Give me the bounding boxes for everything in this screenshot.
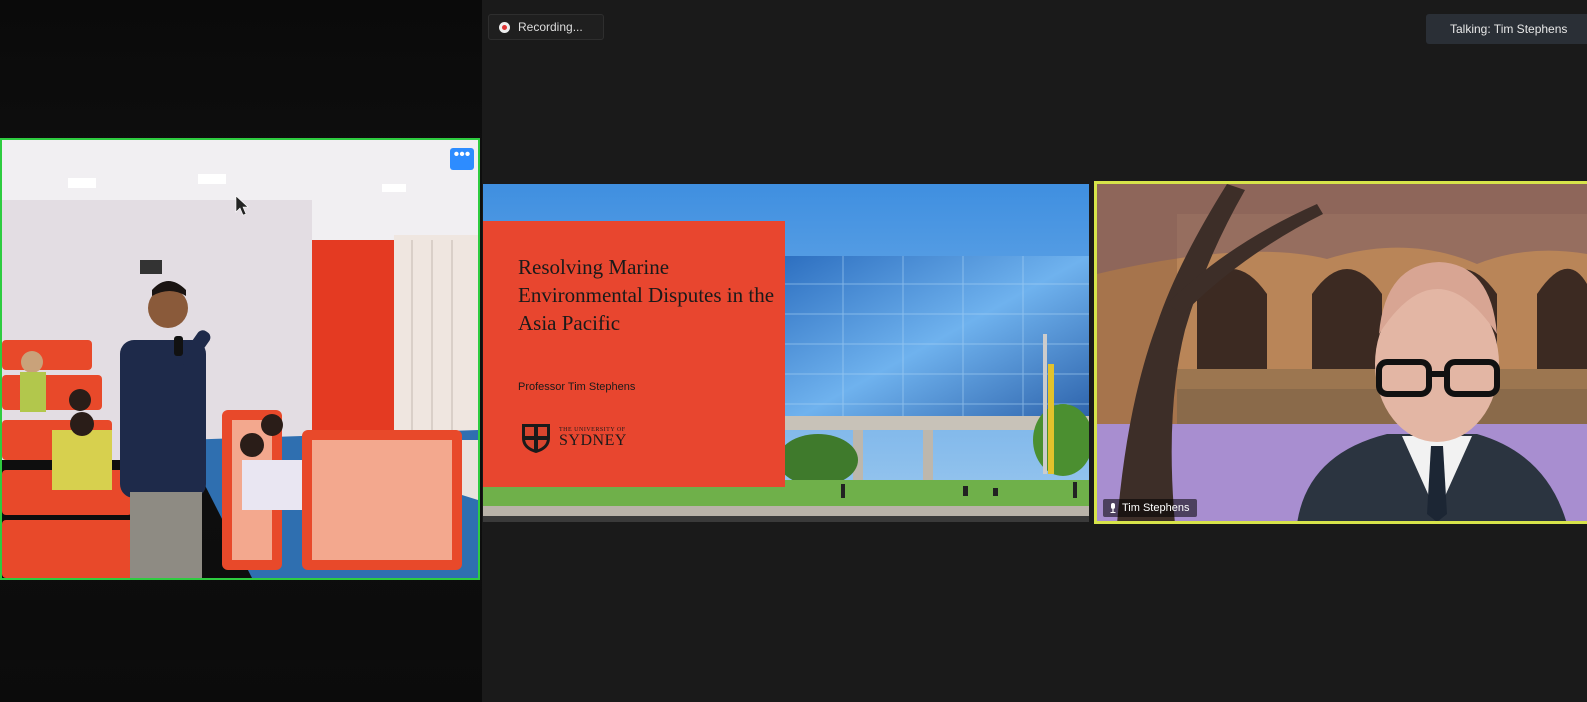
speaker-name-tag: Tim Stephens <box>1103 499 1198 517</box>
slide-presenter: Professor Tim Stephens <box>518 381 636 393</box>
microphone-icon <box>1110 503 1116 513</box>
shared-screen-tile[interactable]: Resolving Marine Environmental Disputes … <box>483 184 1089 522</box>
more-options-button[interactable]: ••• <box>450 146 474 170</box>
talking-indicator: Talking: Tim Stephens <box>1426 14 1587 44</box>
talking-label: Talking: Tim Stephens <box>1450 22 1568 36</box>
zoom-meeting-window: ••• Recording... Talking: Tim Stephens R… <box>0 0 1587 702</box>
more-options-icon: ••• <box>453 146 471 163</box>
slide-title: Resolving Marine Environmental Disputes … <box>518 255 775 335</box>
video-tile-lecture-room[interactable]: ••• <box>0 138 480 580</box>
recording-icon <box>499 21 510 33</box>
university-crest-icon <box>522 424 550 453</box>
logo-big-text: SYDNEY <box>559 432 627 449</box>
speaker-video <box>1097 184 1587 521</box>
video-tile-active-speaker[interactable]: Tim Stephens <box>1094 181 1587 524</box>
recording-label: Recording... <box>518 20 583 34</box>
speaker-name-label: Tim Stephens <box>1122 502 1190 514</box>
slide-title-panel: Resolving Marine Environmental Disputes … <box>483 221 785 487</box>
recording-indicator[interactable]: Recording... <box>488 14 604 40</box>
university-logo: THE UNIVERSITY OF SYDNEY <box>519 421 627 455</box>
share-annotation-toolbar[interactable] <box>483 516 1089 522</box>
lecture-room-video <box>2 140 478 578</box>
